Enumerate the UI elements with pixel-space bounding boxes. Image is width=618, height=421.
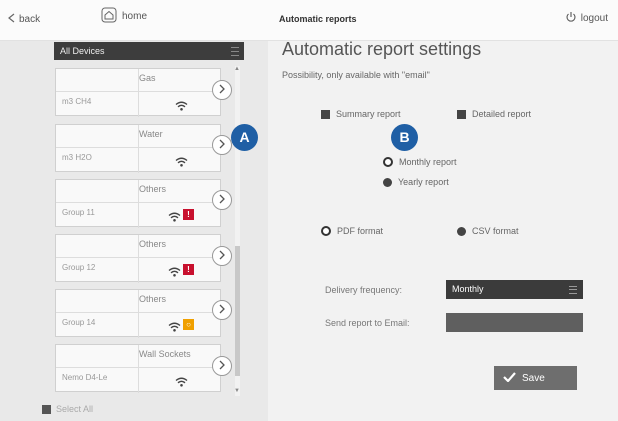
device-detail-button[interactable] xyxy=(212,300,232,320)
email-label: Send report to Email: xyxy=(325,318,410,328)
detailed-report-label: Detailed report xyxy=(472,109,532,119)
device-card[interactable]: Wall Sockets Nemo D4-Le xyxy=(55,344,221,393)
back-button[interactable]: back xyxy=(8,13,40,26)
device-name: Group 14 xyxy=(62,318,96,327)
save-button[interactable]: Save xyxy=(494,366,577,390)
wifi-icon xyxy=(175,154,188,172)
scrollbar-thumb[interactable] xyxy=(235,246,240,376)
alert-badge: ! xyxy=(183,209,194,220)
csv-format-radio[interactable]: CSV format xyxy=(457,226,519,236)
scroll-down-icon[interactable]: ▼ xyxy=(234,388,240,394)
device-card[interactable]: Others Group 11 ! xyxy=(55,179,221,228)
radio-icon xyxy=(457,226,466,236)
pdf-format-radio[interactable]: PDF format xyxy=(321,226,383,236)
device-type: Wall Sockets xyxy=(139,349,191,359)
device-name: m3 H2O xyxy=(62,153,92,162)
delivery-frequency-label: Delivery frequency: xyxy=(325,285,403,295)
detailed-report-checkbox[interactable]: Detailed report xyxy=(457,109,531,119)
select-all-label: Select All xyxy=(56,404,94,414)
device-type: Gas xyxy=(139,73,156,83)
device-card[interactable]: Gas m3 CH4 xyxy=(55,68,221,117)
summary-report-label: Summary report xyxy=(336,109,401,119)
device-card[interactable]: Water m3 H2O xyxy=(55,124,221,173)
chevron-right-icon xyxy=(219,191,225,209)
summary-report-checkbox[interactable]: Summary report xyxy=(321,109,401,119)
radio-selected-icon xyxy=(383,157,393,167)
pdf-format-label: PDF format xyxy=(337,226,384,236)
device-detail-button[interactable] xyxy=(212,80,232,100)
checkbox-icon xyxy=(42,404,51,414)
chevron-right-icon xyxy=(219,136,225,154)
checkbox-icon xyxy=(321,109,330,119)
wifi-icon xyxy=(168,319,181,337)
device-detail-button[interactable] xyxy=(212,246,232,266)
wifi-icon xyxy=(168,209,181,227)
device-filter-value: All Devices xyxy=(60,46,105,56)
device-type: Others xyxy=(139,294,167,304)
device-type: Others xyxy=(139,184,167,194)
menu-icon xyxy=(569,286,577,294)
home-icon xyxy=(101,7,117,26)
menu-icon xyxy=(231,47,239,56)
email-input[interactable] xyxy=(446,313,583,332)
checkmark-icon xyxy=(503,371,516,385)
device-list-scrollbar[interactable]: ▲ ▼ xyxy=(234,66,240,396)
radio-selected-icon xyxy=(321,226,331,236)
wifi-icon xyxy=(168,264,181,282)
scroll-up-icon[interactable]: ▲ xyxy=(234,66,240,72)
section-title: Automatic report settings xyxy=(282,39,482,59)
device-name: Group 12 xyxy=(62,263,96,272)
wifi-icon xyxy=(175,98,188,116)
device-type: Others xyxy=(139,239,167,249)
device-name: Group 11 xyxy=(62,208,95,217)
checkbox-icon xyxy=(457,109,466,119)
back-label: back xyxy=(19,14,41,25)
chevron-left-icon xyxy=(8,13,15,26)
device-name: m3 CH4 xyxy=(62,97,92,106)
alert-badge: ! xyxy=(183,264,194,275)
csv-format-label: CSV format xyxy=(472,226,519,236)
yearly-report-label: Yearly report xyxy=(398,177,449,187)
warning-badge: ○ xyxy=(183,319,194,330)
save-label: Save xyxy=(522,372,545,384)
radio-icon xyxy=(383,177,392,187)
delivery-frequency-value: Monthly xyxy=(452,284,484,294)
device-filter-select[interactable]: All Devices xyxy=(54,42,244,60)
monthly-report-radio[interactable]: Monthly report xyxy=(383,157,457,167)
device-type: Water xyxy=(139,129,163,139)
device-detail-button[interactable] xyxy=(212,356,232,376)
page-title: Automatic reports xyxy=(279,14,357,24)
section-subtitle: Possibility, only available with "email" xyxy=(282,70,430,80)
device-name: Nemo D4-Le xyxy=(62,373,108,382)
top-bar: back home Automatic reports logout xyxy=(0,0,618,41)
home-label: home xyxy=(122,11,148,22)
select-all-checkbox[interactable]: Select All xyxy=(42,404,93,414)
wifi-icon xyxy=(175,374,188,392)
chevron-right-icon xyxy=(219,247,225,265)
chevron-right-icon xyxy=(219,301,225,319)
callout-marker-a: A xyxy=(231,124,258,151)
logout-button[interactable]: logout xyxy=(565,11,608,26)
device-detail-button[interactable] xyxy=(212,190,232,210)
chevron-right-icon xyxy=(219,81,225,99)
device-card[interactable]: Others Group 14 ○ xyxy=(55,289,221,338)
monthly-report-label: Monthly report xyxy=(399,157,457,167)
delivery-frequency-select[interactable]: Monthly xyxy=(446,280,583,299)
power-icon xyxy=(565,11,577,26)
device-detail-button[interactable] xyxy=(212,135,232,155)
logout-label: logout xyxy=(580,13,608,24)
callout-marker-b: B xyxy=(391,124,418,151)
yearly-report-radio[interactable]: Yearly report xyxy=(383,177,449,187)
home-button[interactable]: home xyxy=(101,7,147,26)
device-card[interactable]: Others Group 12 ! xyxy=(55,234,221,283)
chevron-right-icon xyxy=(219,357,225,375)
